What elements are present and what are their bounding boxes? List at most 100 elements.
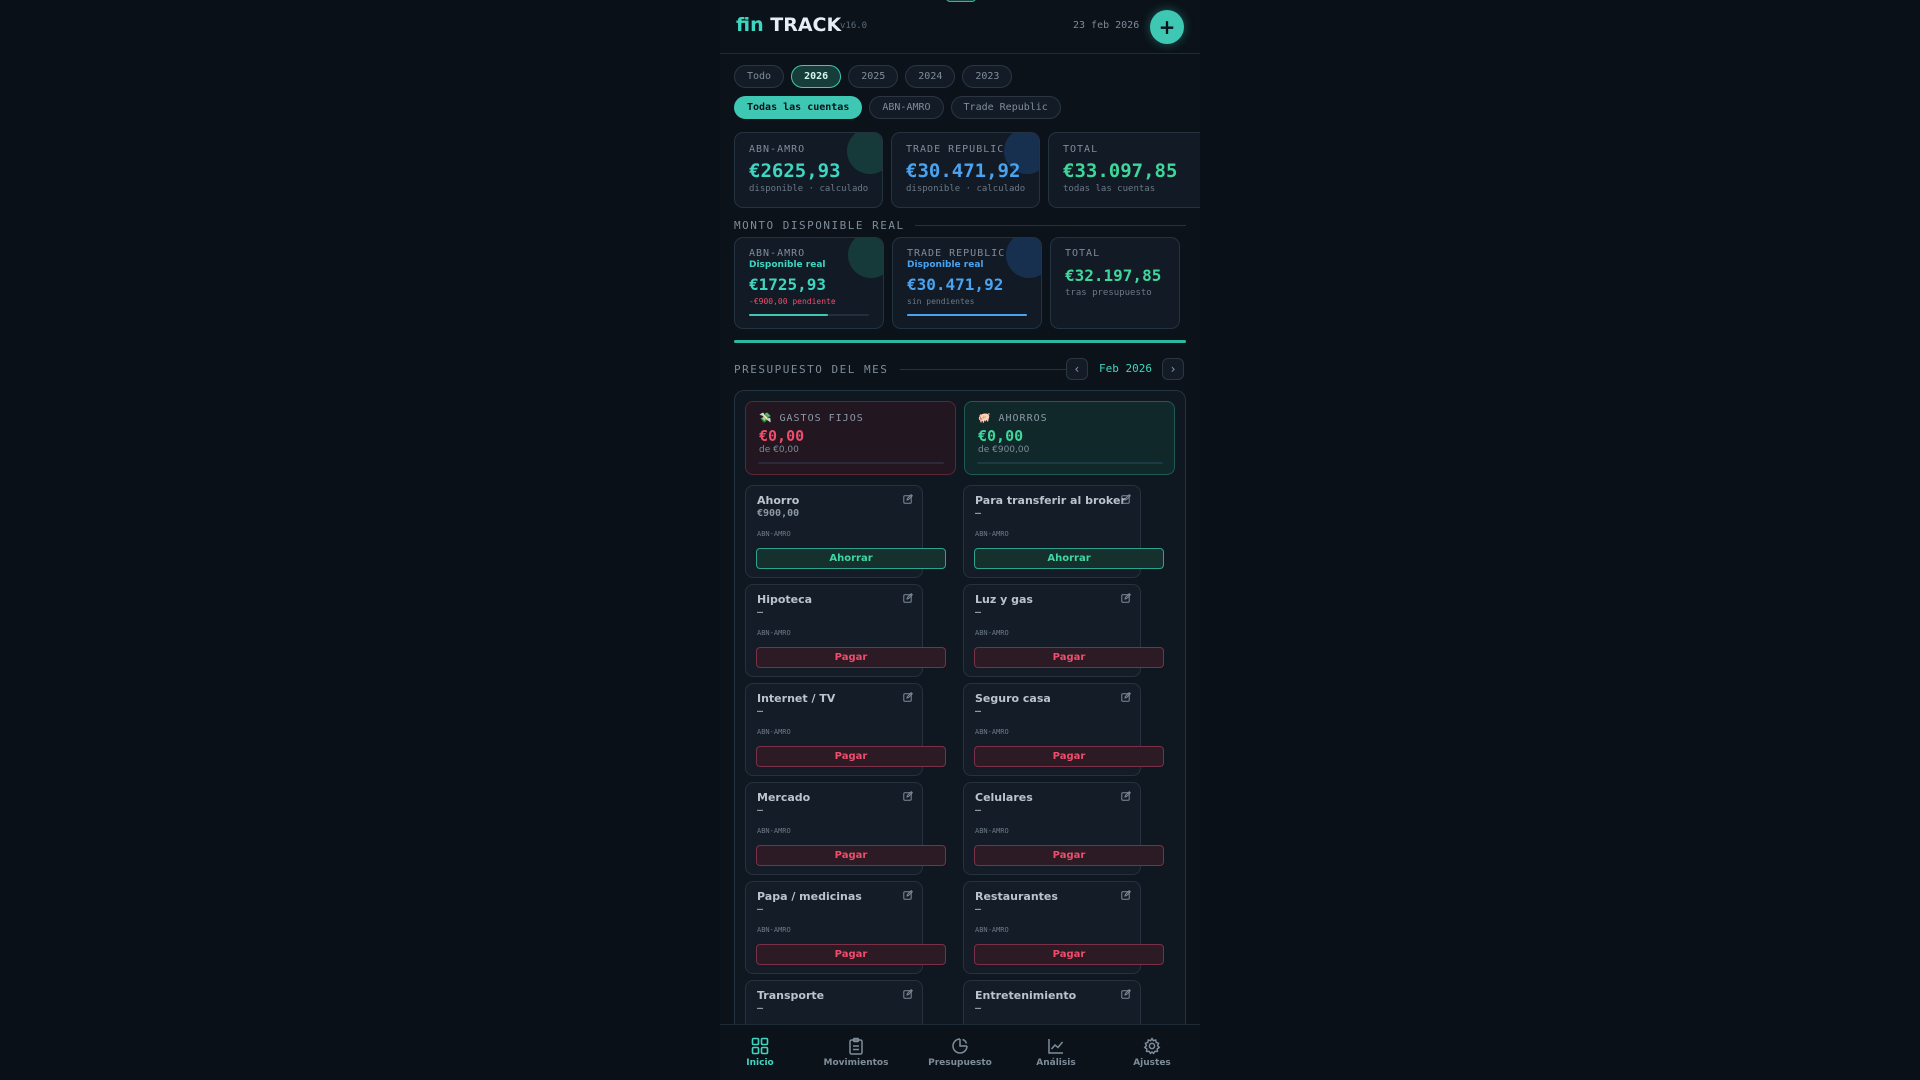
- piggy-bank-icon: 🐖: [978, 413, 992, 424]
- available-label: TOTAL: [1065, 248, 1101, 259]
- fixed-expenses-progress: [758, 462, 944, 464]
- nav-inicio[interactable]: Inicio: [720, 1037, 800, 1068]
- year-pill-2023[interactable]: 2023: [962, 65, 1013, 88]
- nav-label: Presupuesto: [928, 1058, 992, 1068]
- account-pill-abn[interactable]: ABN-AMRO: [869, 96, 944, 119]
- available-value: €32.197,85: [1065, 266, 1162, 285]
- account-filter: Todas las cuentas ABN-AMRO Trade Republi…: [734, 96, 1061, 119]
- fixed-expenses-sub: de €0,00: [759, 445, 799, 455]
- edit-icon[interactable]: [903, 494, 913, 504]
- nav-ajustes[interactable]: Ajustes: [1112, 1037, 1192, 1068]
- app-version: v16.0: [840, 21, 868, 31]
- pay-button[interactable]: Pagar: [756, 845, 946, 866]
- balance-card-abn[interactable]: ABN-AMRO €2625,93 disponible · calculado: [734, 132, 883, 208]
- budget-item-card[interactable]: Internet / TV — ABN-AMRO Pagar: [745, 683, 946, 776]
- budget-item-amount: —: [975, 1003, 982, 1014]
- nav-label: Inicio: [746, 1058, 774, 1068]
- gear-icon: [1143, 1037, 1161, 1055]
- budget-item-account: ABN-AMRO: [975, 728, 1009, 736]
- account-pill-trade[interactable]: Trade Republic: [950, 96, 1061, 119]
- edit-icon[interactable]: [903, 593, 913, 603]
- available-card-trade[interactable]: TRADE REPUBLIC Disponible real €30.471,9…: [892, 237, 1042, 329]
- available-tag: Disponible real: [907, 260, 984, 270]
- pay-button[interactable]: Pagar: [974, 944, 1164, 965]
- edit-icon[interactable]: [903, 890, 913, 900]
- edit-icon[interactable]: [903, 791, 913, 801]
- budget-item-card[interactable]: Celulares — ABN-AMRO Pagar: [963, 782, 1164, 875]
- budget-item-account: ABN-AMRO: [757, 827, 791, 835]
- clipboard-icon: [849, 1037, 863, 1055]
- balance-label: TRADE REPUBLIC: [906, 144, 1005, 155]
- budget-item-amount: —: [757, 904, 764, 915]
- budget-month: Feb 2026: [1099, 362, 1152, 375]
- bottom-nav: Inicio Movimientos Presupuesto Análisis …: [720, 1024, 1200, 1080]
- budget-item-card[interactable]: Seguro casa — ABN-AMRO Pagar: [963, 683, 1164, 776]
- savings-card[interactable]: 🐖 AHORROS €0,00 de €900,00: [964, 401, 1175, 475]
- fixed-expenses-label: 💸 GASTOS FIJOS: [759, 413, 864, 424]
- year-pill-2024[interactable]: 2024: [905, 65, 956, 88]
- edit-icon[interactable]: [1121, 593, 1131, 603]
- savings-value: €0,00: [978, 427, 1024, 445]
- chart-icon: [1048, 1039, 1064, 1054]
- nav-analisis[interactable]: Análisis: [1016, 1037, 1096, 1068]
- year-pill-todo[interactable]: Todo: [734, 65, 785, 88]
- edit-icon[interactable]: [1121, 494, 1131, 504]
- budget-item-amount: —: [757, 805, 764, 816]
- grid-icon: [751, 1037, 769, 1055]
- budget-item-amount: —: [975, 904, 982, 915]
- fixed-expenses-card[interactable]: 💸 GASTOS FIJOS €0,00 de €0,00: [745, 401, 956, 475]
- budget-item-card[interactable]: Papa / medicinas — ABN-AMRO Pagar: [745, 881, 946, 974]
- nav-presupuesto[interactable]: Presupuesto: [920, 1037, 1000, 1068]
- balance-label: ABN-AMRO: [749, 144, 806, 155]
- section-divider: [900, 369, 1086, 370]
- budget-item-card[interactable]: Restaurantes — ABN-AMRO Pagar: [963, 881, 1164, 974]
- budget-item-account: ABN-AMRO: [757, 530, 791, 538]
- pay-button[interactable]: Pagar: [974, 746, 1164, 767]
- available-card-abn[interactable]: ABN-AMRO Disponible real €1725,93 -€900,…: [734, 237, 884, 329]
- budget-item-amount: —: [757, 706, 764, 717]
- pay-button[interactable]: Pagar: [756, 647, 946, 668]
- budget-item-card[interactable]: Hipoteca — ABN-AMRO Pagar: [745, 584, 946, 677]
- pay-button[interactable]: Pagar: [756, 944, 946, 965]
- save-button[interactable]: Ahorrar: [756, 548, 946, 569]
- budget-item-card[interactable]: Ahorro €900,00 ABN-AMRO Ahorrar: [745, 485, 946, 578]
- pay-button[interactable]: Pagar: [756, 746, 946, 767]
- pay-button[interactable]: Pagar: [974, 647, 1164, 668]
- available-section-title: MONTO DISPONIBLE REAL: [734, 219, 905, 232]
- edit-icon[interactable]: [1121, 791, 1131, 801]
- pay-button[interactable]: Pagar: [974, 845, 1164, 866]
- edit-icon[interactable]: [903, 989, 913, 999]
- year-pill-2025[interactable]: 2025: [848, 65, 899, 88]
- budget-item-card[interactable]: Mercado — ABN-AMRO Pagar: [745, 782, 946, 875]
- header-date: 23 feb 2026: [1073, 20, 1140, 31]
- app-logo: fin TRACK: [736, 14, 841, 36]
- next-month-button[interactable]: ›: [1162, 358, 1184, 380]
- balance-card-trade[interactable]: TRADE REPUBLIC €30.471,92 disponible · c…: [891, 132, 1040, 208]
- budget-item-account: ABN-AMRO: [975, 926, 1009, 934]
- budget-item-account: ABN-AMRO: [757, 728, 791, 736]
- year-pill-2026[interactable]: 2026: [791, 65, 842, 88]
- account-pill-all[interactable]: Todas las cuentas: [734, 96, 863, 119]
- balance-card-total[interactable]: TOTAL €33.097,85 todas las cuentas: [1048, 132, 1200, 208]
- budget-item-account: ABN-AMRO: [757, 629, 791, 637]
- edit-icon[interactable]: [1121, 989, 1131, 999]
- edit-icon[interactable]: [903, 692, 913, 702]
- budget-item-card[interactable]: Luz y gas — ABN-AMRO Pagar: [963, 584, 1164, 677]
- budget-item-account: ABN-AMRO: [975, 629, 1009, 637]
- nav-label: Ajustes: [1133, 1058, 1171, 1068]
- available-progress-abn: [749, 314, 869, 316]
- fixed-expenses-text: GASTOS FIJOS: [779, 413, 864, 424]
- prev-month-button[interactable]: ‹: [1066, 358, 1088, 380]
- budget-item-amount: —: [757, 1003, 764, 1014]
- edit-icon[interactable]: [1121, 692, 1131, 702]
- available-card-total[interactable]: TOTAL €32.197,85 tras presupuesto: [1050, 237, 1180, 329]
- budget-item-account: ABN-AMRO: [975, 827, 1009, 835]
- budget-item-amount: —: [975, 805, 982, 816]
- budget-item-name: Para transferir al broker: [975, 494, 1126, 507]
- nav-movimientos[interactable]: Movimientos: [816, 1037, 896, 1068]
- edit-icon[interactable]: [1121, 890, 1131, 900]
- header: fin TRACK v16.0 23 feb 2026 +: [720, 0, 1200, 54]
- save-button[interactable]: Ahorrar: [974, 548, 1164, 569]
- budget-item-card[interactable]: Para transferir al broker — ABN-AMRO Ahorra…: [963, 485, 1164, 578]
- add-button[interactable]: +: [1150, 10, 1184, 44]
